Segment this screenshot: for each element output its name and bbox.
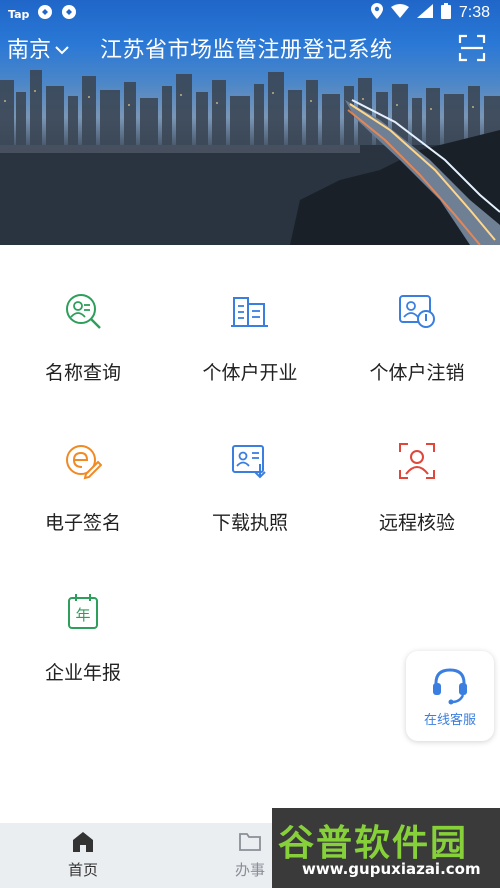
service-business-cancel[interactable]: 个体户注销 [334, 250, 500, 400]
city-label: 南京 [7, 38, 52, 63]
headset-icon [433, 668, 467, 705]
notification-icon [61, 4, 77, 24]
watermark-url: www.gupuxiazai.com [302, 860, 481, 878]
home-icon [73, 832, 93, 852]
online-service-label: 在线客服 [423, 713, 476, 728]
service-annual-report[interactable]: 年 企业年报 [0, 550, 166, 700]
service-label: 企业年报 [44, 662, 121, 684]
service-name-search[interactable]: 名称查询 [0, 250, 166, 400]
building-icon [231, 297, 268, 327]
e-sign-icon [66, 445, 102, 480]
tab-home[interactable]: 首页 [23, 823, 143, 888]
clock: 7:38 [458, 4, 490, 21]
chevron-down-icon [55, 36, 69, 61]
service-download-license[interactable]: 下载执照 [167, 400, 333, 550]
wifi-icon [390, 4, 409, 22]
location-icon [370, 3, 383, 23]
service-label: 远程核验 [378, 512, 455, 534]
app-bar: 南京 江苏省市场监管注册登记系统 [0, 28, 500, 68]
service-label: 个体户开业 [202, 362, 298, 384]
name-search-icon [66, 294, 101, 329]
service-business-open[interactable]: 个体户开业 [167, 250, 333, 400]
carrier-label: Tap [8, 7, 30, 21]
watermark: 谷普软件园 www.gupuxiazai.com [272, 808, 500, 888]
signal-icon [416, 4, 433, 22]
tab-label: 首页 [67, 861, 98, 879]
service-label: 名称查询 [44, 362, 121, 384]
notification-icon [37, 4, 53, 24]
battery-icon [440, 3, 451, 23]
report-icon-glyph: 年 [75, 606, 90, 624]
service-label: 电子签名 [44, 512, 121, 534]
download-license-icon [232, 445, 266, 479]
page-title: 江苏省市场监管注册登记系统 [100, 38, 393, 63]
scan-icon [458, 34, 486, 62]
online-service-button[interactable]: 在线客服 [406, 651, 494, 741]
service-label: 个体户注销 [369, 362, 465, 384]
user-cancel-icon [399, 295, 435, 328]
scan-button[interactable] [458, 34, 486, 62]
status-bar: Tap 7:38 [0, 0, 500, 26]
face-verify-icon [399, 443, 435, 479]
service-e-signature[interactable]: 电子签名 [0, 400, 166, 550]
watermark-brand: 谷普软件园 [278, 823, 469, 864]
service-remote-verify[interactable]: 远程核验 [334, 400, 500, 550]
city-selector[interactable]: 南京 [7, 32, 69, 64]
service-label: 下载执照 [211, 512, 288, 534]
annual-report-icon: 年 [68, 594, 98, 629]
folder-icon [239, 833, 261, 851]
